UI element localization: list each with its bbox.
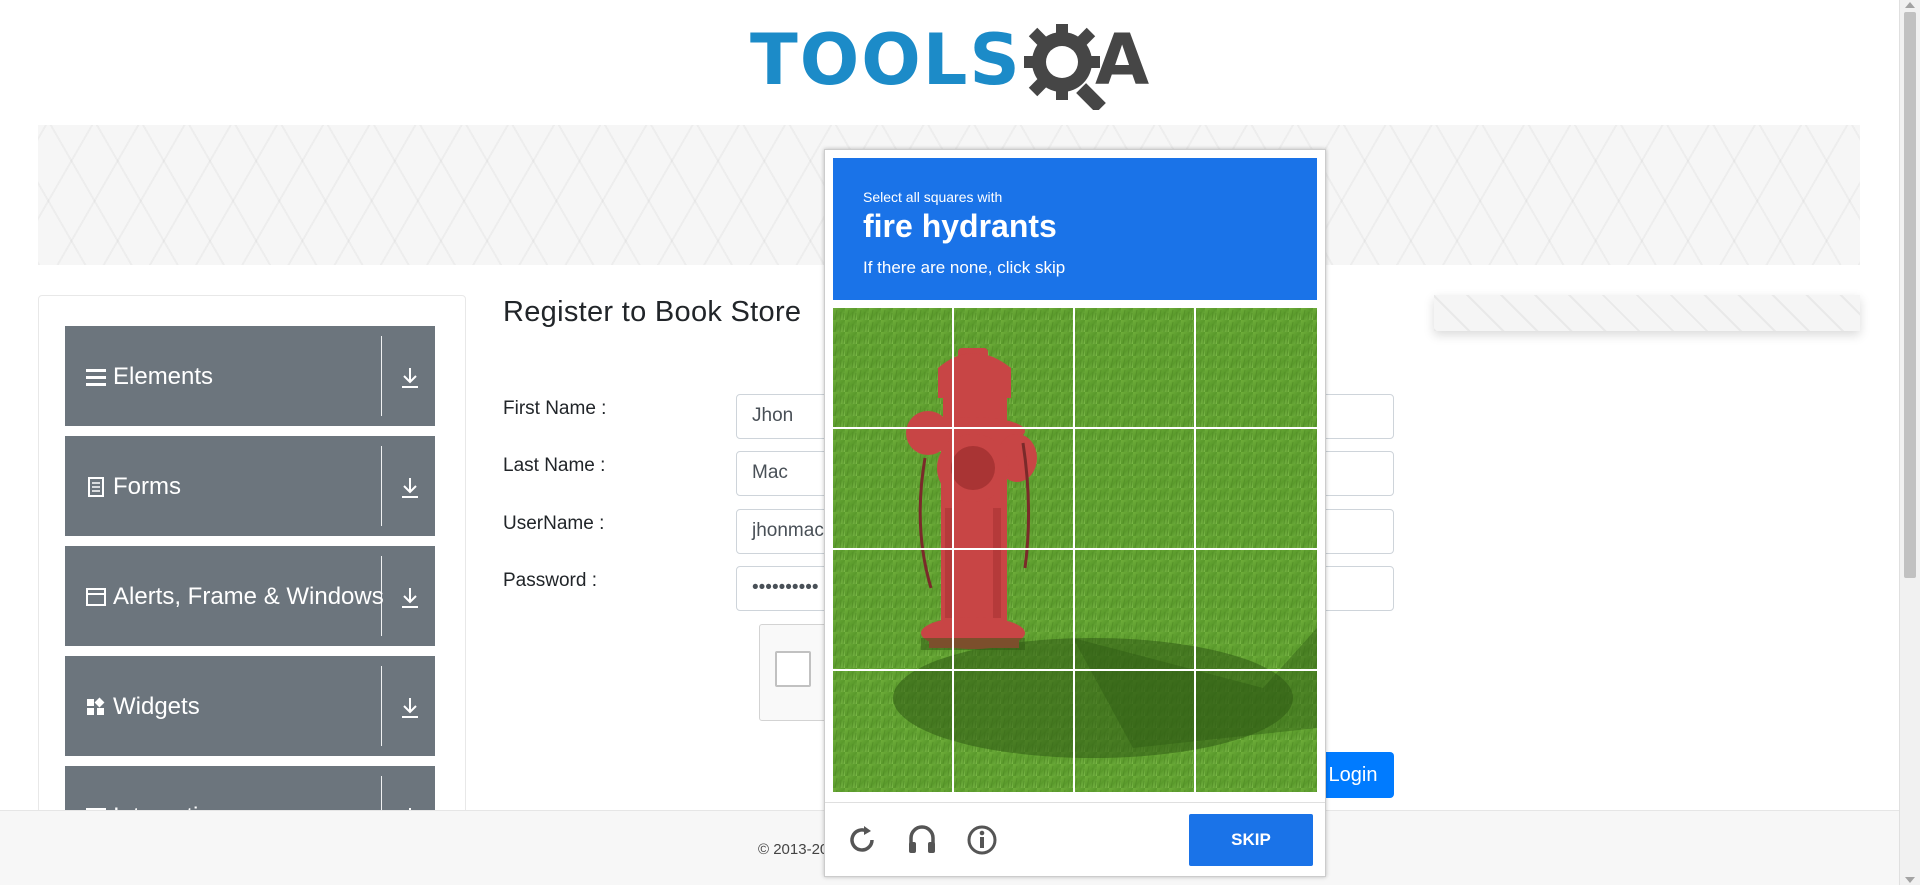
first-name-label: First Name :	[503, 398, 607, 419]
reload-icon[interactable]	[845, 823, 879, 857]
window-icon	[86, 588, 106, 606]
vertical-scrollbar[interactable]	[1899, 0, 1920, 885]
challenge-tile[interactable]	[1196, 429, 1315, 548]
sidebar-group-elements[interactable]: Elements	[65, 326, 435, 426]
download-icon	[402, 698, 418, 718]
challenge-target: fire hydrants	[863, 208, 1057, 244]
password-label: Password :	[503, 570, 597, 591]
challenge-tile[interactable]	[833, 429, 952, 548]
challenge-image-grid	[833, 308, 1317, 792]
challenge-tile[interactable]	[1075, 671, 1194, 790]
challenge-tile[interactable]	[954, 671, 1073, 790]
challenge-tile[interactable]	[1196, 550, 1315, 669]
challenge-tile[interactable]	[1075, 429, 1194, 548]
sidebar-group-label: Forms	[113, 473, 181, 500]
sidebar-group-forms[interactable]: Forms	[65, 436, 435, 536]
download-icon	[402, 478, 418, 498]
divider	[381, 336, 382, 416]
sidebar-group-label: Widgets	[113, 693, 200, 720]
challenge-tile[interactable]	[833, 308, 952, 427]
hamburger-icon	[86, 369, 106, 386]
scroll-up-icon[interactable]	[1905, 2, 1915, 8]
recaptcha-checkbox[interactable]	[775, 651, 811, 687]
challenge-tile[interactable]	[954, 429, 1073, 548]
scrollbar-thumb[interactable]	[1904, 12, 1916, 578]
download-icon	[402, 588, 418, 608]
ad-banner	[1434, 295, 1860, 331]
challenge-footer: SKIP	[825, 802, 1325, 877]
username-label: UserName :	[503, 513, 605, 534]
sidebar: Elements Forms Alerts, Frame & Windows W…	[38, 295, 466, 885]
logo-suffix: A	[1095, 19, 1150, 101]
widgets-icon	[87, 697, 105, 715]
info-icon[interactable]	[965, 823, 999, 857]
toolsqa-logo[interactable]: TOOLS A	[750, 18, 1155, 113]
sidebar-group-widgets[interactable]: Widgets	[65, 656, 435, 756]
challenge-tile[interactable]	[833, 550, 952, 669]
document-icon	[88, 477, 104, 497]
divider	[381, 666, 382, 746]
challenge-tile[interactable]	[833, 671, 952, 790]
page-title: Register to Book Store	[503, 296, 802, 328]
skip-button[interactable]: SKIP	[1189, 814, 1313, 866]
logo-text: TOOLS	[750, 19, 1022, 101]
challenge-subtext: If there are none, click skip	[863, 258, 1066, 277]
sidebar-group-alerts[interactable]: Alerts, Frame & Windows	[65, 546, 435, 646]
challenge-tile[interactable]	[1075, 308, 1194, 427]
last-name-label: Last Name :	[503, 455, 606, 476]
challenge-instruction: Select all squares with	[863, 189, 1003, 205]
download-icon	[402, 368, 418, 388]
page: TOOLS A Elements Forms Alerts, Frame & W…	[0, 0, 1900, 885]
recaptcha-challenge: Select all squares with fire hydrants If…	[824, 149, 1326, 877]
challenge-tile[interactable]	[1075, 550, 1194, 669]
challenge-header: Select all squares with fire hydrants If…	[833, 158, 1317, 300]
sidebar-group-label: Alerts, Frame & Windows	[113, 583, 384, 610]
challenge-tile[interactable]	[1196, 671, 1315, 790]
scroll-down-icon[interactable]	[1905, 877, 1915, 883]
divider	[381, 446, 382, 526]
challenge-tile[interactable]	[954, 550, 1073, 669]
audio-icon[interactable]	[905, 823, 939, 857]
divider	[381, 556, 382, 636]
challenge-tile[interactable]	[954, 308, 1073, 427]
sidebar-group-label: Elements	[113, 363, 214, 390]
challenge-tile[interactable]	[1196, 308, 1315, 427]
